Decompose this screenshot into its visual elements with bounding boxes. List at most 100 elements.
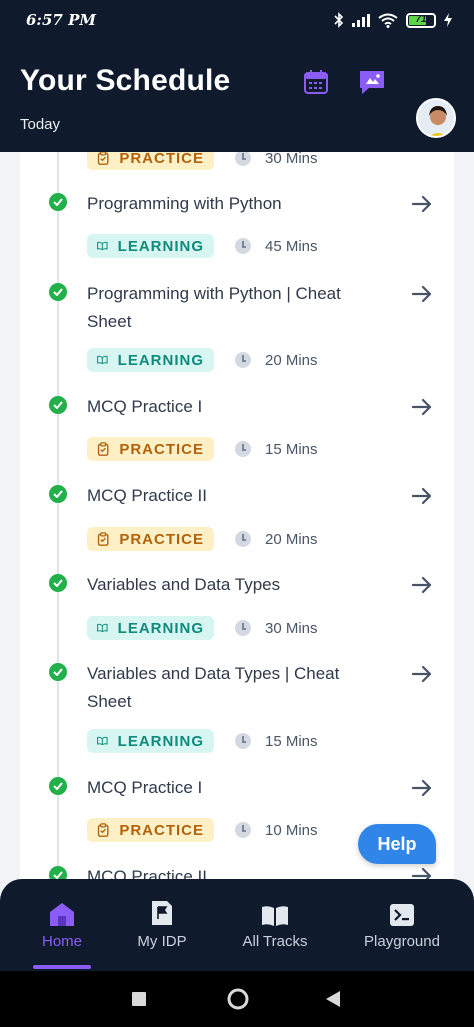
clock-icon: [235, 152, 251, 166]
badge-label: PRACTICE: [119, 440, 204, 458]
timeline-line: [57, 152, 59, 879]
item-title: MCQ Practice I: [87, 397, 203, 416]
duration: 20 Mins: [235, 348, 318, 372]
type-badge-practice: PRACTICE: [87, 818, 214, 842]
item-title: Variables and Data Types | Cheat Sheet: [87, 664, 340, 711]
duration-label: 15 Mins: [265, 440, 318, 458]
clock-icon: [235, 352, 251, 368]
status-bar: 6:57 PM 71: [0, 0, 474, 38]
check-icon: [49, 663, 67, 681]
app-header: Your Schedule Today: [0, 38, 474, 152]
item-title: Programming with Python: [87, 194, 282, 213]
clipboard-icon: [97, 823, 109, 837]
badge-label: PRACTICE: [119, 152, 204, 167]
badge-label: PRACTICE: [119, 821, 204, 839]
clock-icon: [235, 441, 251, 457]
status-time: 6:57 PM: [26, 11, 96, 29]
arrow-right-icon[interactable]: [410, 573, 434, 597]
duration: 15 Mins: [235, 437, 318, 461]
nav-home[interactable]: Home: [28, 899, 96, 950]
duration: 20 Mins: [235, 527, 318, 551]
home-button[interactable]: [226, 987, 250, 1011]
duration-label: 20 Mins: [265, 351, 318, 369]
arrow-right-icon[interactable]: [410, 192, 434, 216]
active-tab-indicator: [33, 965, 91, 969]
duration-label: 10 Mins: [265, 821, 318, 839]
help-button[interactable]: Help: [358, 824, 436, 864]
type-badge-learning: LEARNING: [87, 616, 214, 640]
type-badge-practice: PRACTICE: [87, 152, 214, 170]
arrow-right-icon[interactable]: [410, 395, 434, 419]
book-open-icon: [97, 623, 108, 633]
check-icon: [49, 485, 67, 503]
nav-playground[interactable]: Playground: [356, 899, 448, 950]
calendar-icon[interactable]: [300, 66, 332, 98]
arrow-right-icon[interactable]: [410, 864, 434, 879]
system-nav-bar: [0, 971, 474, 1027]
clipboard-icon: [97, 532, 109, 546]
clock-icon: [235, 620, 251, 636]
type-badge-learning: LEARNING: [87, 348, 214, 372]
arrow-right-icon[interactable]: [410, 282, 434, 306]
arrow-right-icon[interactable]: [410, 484, 434, 508]
schedule-content[interactable]: PRACTICE 30 Mins Programming with Python…: [0, 152, 474, 879]
bottom-nav: Home My IDP All Tracks Playground: [0, 879, 474, 971]
terminal-icon: [390, 904, 414, 926]
duration-label: 45 Mins: [265, 237, 318, 255]
nav-label: All Tracks: [242, 933, 308, 950]
type-badge-learning: LEARNING: [87, 234, 214, 258]
check-icon: [49, 574, 67, 592]
battery-level: 71: [415, 13, 427, 25]
check-icon: [49, 283, 67, 301]
signal-icon: [352, 14, 370, 27]
duration: 30 Mins: [235, 616, 318, 640]
book-icon: [262, 906, 288, 926]
nav-label: My IDP: [137, 933, 187, 950]
check-icon: [49, 396, 67, 414]
clock-icon: [235, 733, 251, 749]
flag-icon: [152, 901, 172, 925]
duration: 30 Mins: [235, 152, 318, 170]
duration-label: 30 Mins: [265, 152, 318, 167]
check-icon: [49, 866, 67, 879]
avatar[interactable]: [416, 98, 456, 138]
recents-button[interactable]: [131, 991, 147, 1007]
nav-all-tracks[interactable]: All Tracks: [232, 899, 318, 950]
book-open-icon: [97, 736, 108, 746]
type-badge-practice: PRACTICE: [87, 437, 214, 461]
duration: 10 Mins: [235, 818, 318, 842]
book-open-icon: [97, 241, 108, 251]
duration-label: 20 Mins: [265, 530, 318, 548]
book-open-icon: [97, 355, 108, 365]
feedback-icon[interactable]: [356, 66, 388, 98]
nav-label: Playground: [364, 933, 440, 950]
badge-label: LEARNING: [117, 619, 204, 637]
badge-label: LEARNING: [117, 237, 204, 255]
badge-label: LEARNING: [117, 732, 204, 750]
item-title: Variables and Data Types: [87, 575, 281, 594]
arrow-right-icon[interactable]: [410, 776, 434, 800]
back-button[interactable]: [324, 989, 342, 1009]
charging-icon: [444, 13, 452, 27]
check-icon: [49, 193, 67, 211]
badge-label: LEARNING: [117, 351, 204, 369]
arrow-right-icon[interactable]: [410, 662, 434, 686]
duration: 45 Mins: [235, 234, 318, 258]
item-title: MCQ Practice II: [87, 867, 207, 879]
type-badge-practice: PRACTICE: [87, 527, 214, 551]
badge-label: PRACTICE: [119, 530, 204, 548]
duration: 15 Mins: [235, 729, 318, 753]
nav-my-idp[interactable]: My IDP: [126, 899, 198, 950]
item-title: Programming with Python | Cheat Sheet: [87, 284, 341, 331]
page-subtitle: Today: [20, 116, 61, 133]
clipboard-icon: [97, 442, 109, 456]
duration-label: 30 Mins: [265, 619, 318, 637]
clock-icon: [235, 238, 251, 254]
duration-label: 15 Mins: [265, 732, 318, 750]
wifi-icon: [378, 13, 398, 28]
bluetooth-icon: [334, 12, 344, 28]
status-icons: 71: [334, 10, 452, 30]
clock-icon: [235, 531, 251, 547]
battery-icon: 71: [406, 12, 436, 28]
schedule-card: PRACTICE 30 Mins Programming with Python…: [20, 152, 454, 879]
